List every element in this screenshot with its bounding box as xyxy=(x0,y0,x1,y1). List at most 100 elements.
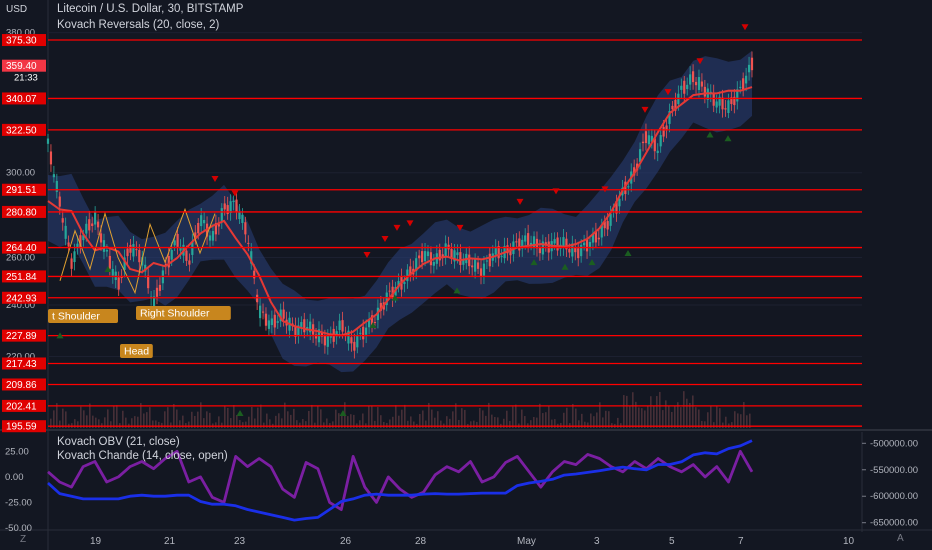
candle-body xyxy=(680,85,683,90)
candle-body xyxy=(200,215,203,227)
volume-bar xyxy=(53,410,55,428)
obv-indicator-title: Kovach OBV (21, close) xyxy=(57,436,180,448)
reversal-up-marker xyxy=(624,249,632,256)
countdown-label: 21:33 xyxy=(14,73,38,84)
candle-body xyxy=(745,75,748,84)
candle-body xyxy=(267,320,271,329)
candle-body xyxy=(326,335,329,347)
volume-bar xyxy=(461,408,463,428)
price-tick-label: 260.00 xyxy=(6,253,35,264)
volume-bar xyxy=(407,420,409,428)
volume-bar xyxy=(506,410,508,428)
volume-bar xyxy=(335,409,337,428)
volume-bar xyxy=(608,411,610,428)
candle-body xyxy=(686,84,689,90)
volume-bar xyxy=(695,407,697,428)
candle-body xyxy=(211,231,215,241)
volume-bar xyxy=(245,421,247,428)
candle-body xyxy=(583,242,586,246)
volume-bar xyxy=(632,392,634,428)
reversal-down-marker xyxy=(516,198,524,205)
volume-bar xyxy=(308,410,310,428)
candle-body xyxy=(747,64,751,73)
candle-body xyxy=(474,258,477,272)
candle-body xyxy=(721,97,724,110)
volume-bar xyxy=(560,422,562,428)
price-level-label: 340.07 xyxy=(6,94,37,105)
reversal-down-marker xyxy=(381,235,389,242)
price-level-label: 322.50 xyxy=(6,125,37,136)
candle-body xyxy=(73,251,76,263)
volume-bar xyxy=(680,407,682,428)
volume-bar xyxy=(734,411,736,428)
volume-bar xyxy=(401,409,403,428)
candle-body xyxy=(96,221,100,228)
volume-bar xyxy=(107,409,109,428)
reversals-indicator-title: Kovach Reversals (20, close, 2) xyxy=(57,19,220,31)
volume-bar xyxy=(566,407,568,428)
candle-body xyxy=(479,268,483,277)
candle-body xyxy=(170,249,173,260)
volume-bar xyxy=(170,422,172,428)
candle-body xyxy=(556,237,559,251)
candle-body xyxy=(91,223,94,226)
candle-body xyxy=(403,282,406,284)
candle-body xyxy=(553,239,556,244)
volume-bar xyxy=(713,422,715,428)
candle-body xyxy=(300,322,303,327)
volume-bar xyxy=(161,422,163,428)
left-shoulder-label: t Shoulder xyxy=(52,311,100,323)
volume-bar xyxy=(167,407,169,428)
reversal-down-marker xyxy=(741,24,749,31)
volume-bar xyxy=(701,420,703,428)
volume-bar xyxy=(377,407,379,428)
volume-bar xyxy=(374,420,376,428)
candle-body xyxy=(185,250,188,261)
volume-bar xyxy=(62,408,64,428)
reversal-up-marker xyxy=(724,135,732,142)
currency-label: USD xyxy=(6,4,28,15)
time-tick-label: 7 xyxy=(738,536,744,547)
candle-body xyxy=(656,150,659,154)
volume-bar xyxy=(317,405,319,428)
volume-bar xyxy=(539,403,541,428)
time-tick-label: May xyxy=(517,536,536,547)
time-tick-label: 26 xyxy=(340,536,352,547)
candle-body xyxy=(671,105,674,110)
time-tick-label: 10 xyxy=(843,536,855,547)
time-tick-label: 19 xyxy=(90,536,102,547)
price-level-label: 227.89 xyxy=(6,331,37,342)
volume-bar xyxy=(56,403,58,428)
candle-body xyxy=(229,201,232,214)
volume-bar xyxy=(659,391,661,428)
volume-bar xyxy=(512,406,514,428)
volume-bar xyxy=(641,408,643,428)
volume-bar xyxy=(299,422,301,428)
volume-bar xyxy=(689,402,691,428)
volume-bar xyxy=(164,411,166,428)
price-chart[interactable]: 380.00300.00260.00240.00220.00t Shoulder… xyxy=(0,0,932,550)
volume-bar xyxy=(569,423,571,428)
volume-bar xyxy=(257,407,259,428)
volume-bar xyxy=(224,405,226,428)
candle-body xyxy=(129,245,132,253)
volume-bar xyxy=(650,396,652,428)
price-tick-label: 300.00 xyxy=(6,168,35,179)
volume-bar xyxy=(686,398,688,428)
volume-bar xyxy=(692,395,694,428)
price-level-label: 202.41 xyxy=(6,401,37,412)
candle-body xyxy=(618,198,621,207)
reversal-down-marker xyxy=(393,224,401,231)
candle-body xyxy=(244,222,247,235)
candle-body xyxy=(120,277,123,279)
volume-bar xyxy=(488,402,490,428)
reversal-down-marker xyxy=(211,176,219,183)
candle-body xyxy=(126,248,129,257)
volume-bar xyxy=(722,422,724,428)
candle-body xyxy=(188,260,191,265)
candle-body xyxy=(353,341,356,351)
volume-bar xyxy=(173,404,175,428)
volume-bar xyxy=(704,421,706,428)
volume-bar xyxy=(422,410,424,428)
candle-body xyxy=(232,200,235,203)
